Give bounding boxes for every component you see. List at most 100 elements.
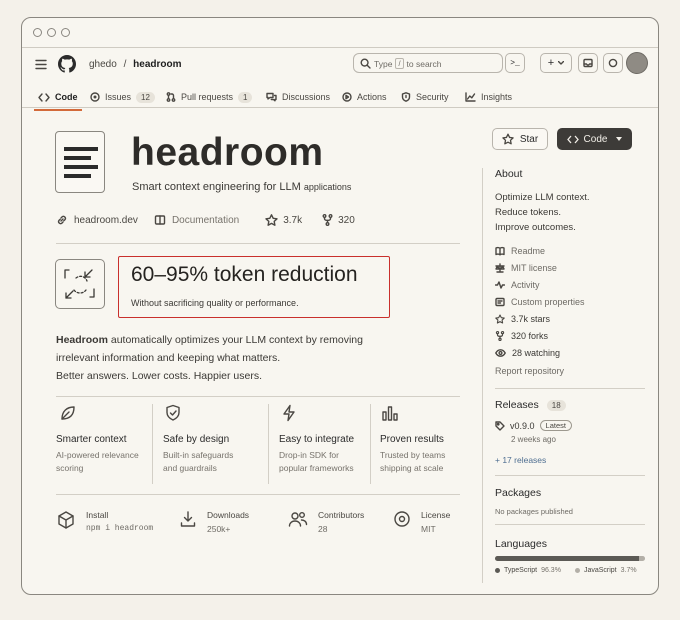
- chevron-down-icon: [558, 61, 565, 65]
- sidebar-item-label: 28 watching: [512, 348, 561, 358]
- fork-icon: [495, 331, 505, 341]
- star-button[interactable]: Star: [492, 128, 548, 150]
- hamburger-menu-icon[interactable]: [35, 59, 47, 70]
- star-icon: [495, 314, 505, 324]
- feature-divider: [268, 404, 269, 484]
- avatar[interactable]: [626, 52, 648, 74]
- more-releases-link[interactable]: + 17 releases: [495, 455, 546, 465]
- tab-discussions[interactable]: Discussions: [266, 87, 330, 107]
- converge-arrows-icon: [64, 269, 95, 299]
- feature-desc-2: shipping at scale: [380, 463, 444, 473]
- breadcrumb-owner[interactable]: ghedo: [89, 59, 117, 70]
- tab-insights[interactable]: Insights: [465, 87, 512, 107]
- tab-actions[interactable]: Actions: [342, 87, 387, 107]
- feature-divider: [152, 404, 153, 484]
- install-command[interactable]: npm i headroom: [86, 524, 153, 533]
- language-pct: 96.3%: [541, 567, 561, 574]
- release-version: v0.9.0: [510, 420, 535, 431]
- window-minimize-dot[interactable]: [47, 28, 56, 37]
- issues-inbox-button[interactable]: [578, 53, 598, 73]
- divider: [56, 243, 460, 244]
- fork-count[interactable]: 320: [338, 215, 355, 226]
- window-maximize-dot[interactable]: [61, 28, 70, 37]
- sidebar-divider: [482, 168, 483, 583]
- sidebar-watching[interactable]: 28 watching: [495, 348, 560, 358]
- notifications-button[interactable]: [603, 53, 623, 73]
- note-icon: [495, 297, 505, 307]
- about-line: Reduce tokens.: [495, 207, 562, 218]
- language-bar-segment: [495, 556, 640, 561]
- code-button-label: Code: [583, 133, 608, 145]
- command-palette-button[interactable]: >_: [505, 53, 525, 73]
- code-icon: [566, 135, 579, 144]
- sidebar-stars[interactable]: 3.7k stars: [495, 314, 550, 324]
- website-link[interactable]: headroom.dev: [74, 215, 138, 226]
- sidebar-activity[interactable]: Activity: [495, 280, 540, 290]
- about-description: Optimize LLM context. Reduce tokens. Imp…: [495, 190, 590, 235]
- download-icon: [179, 510, 197, 534]
- feature-desc-2: and guardrails: [163, 463, 217, 473]
- tagline-main: Smart context engineering for LLM: [132, 181, 301, 193]
- divider: [56, 494, 460, 495]
- tab-label: Insights: [481, 92, 513, 102]
- tab-label: Discussions: [282, 92, 331, 102]
- issue-circle-icon: [90, 92, 100, 102]
- star-count[interactable]: 3.7k: [283, 215, 302, 226]
- feature-desc-2: popular frameworks: [279, 463, 354, 473]
- sidebar-readme[interactable]: Readme: [495, 246, 545, 256]
- browser-window: ghedo / headroom Type / to search >_ + C…: [21, 17, 659, 595]
- stat-value: 28: [318, 524, 328, 534]
- sidebar-custom-properties[interactable]: Custom properties: [495, 297, 585, 307]
- github-logo-icon[interactable]: [58, 55, 76, 73]
- tab-issues[interactable]: Issues 12: [90, 87, 155, 107]
- stat-value: 250k+: [207, 524, 231, 534]
- releases-count: 18: [546, 399, 566, 411]
- people-icon: [288, 510, 308, 534]
- breadcrumb: ghedo / headroom: [89, 59, 182, 70]
- divider: [495, 388, 645, 389]
- caret-down-icon: [616, 137, 623, 141]
- license-circle-icon: [393, 510, 411, 534]
- package-cube-icon: [56, 510, 76, 533]
- latest-badge: Latest: [539, 420, 572, 431]
- feature-desc-1: Drop-in SDK for: [279, 450, 339, 460]
- inbox-icon: [583, 58, 593, 68]
- tab-label: Actions: [357, 92, 387, 102]
- tab-security[interactable]: Security: [401, 87, 449, 107]
- tab-label: Code: [55, 92, 78, 102]
- repo-tabs: Code Issues 12 Pull requests 1 Discussio…: [22, 84, 658, 111]
- language-dot: [574, 568, 580, 573]
- description-line-1-rest: automatically optimizes your LLM context…: [107, 334, 363, 346]
- documentation-link[interactable]: Documentation: [172, 215, 239, 226]
- search-icon: [360, 58, 371, 69]
- sidebar-item-label: 3.7k stars: [511, 314, 551, 324]
- create-new-button[interactable]: +: [540, 53, 572, 73]
- tab-label: Security: [416, 92, 449, 102]
- lightning-icon: [280, 404, 389, 422]
- tab-label: Pull requests: [181, 92, 234, 102]
- latest-release[interactable]: v0.9.0 Latest: [495, 420, 572, 431]
- feature-desc-1: Trusted by teams: [380, 450, 446, 460]
- window-close-dot[interactable]: [33, 28, 42, 37]
- description-line-3: Better answers. Lower costs. Happier use…: [56, 370, 263, 382]
- report-repository-link[interactable]: Report repository: [495, 366, 564, 376]
- sidebar-forks[interactable]: 320 forks: [495, 331, 548, 341]
- releases-header[interactable]: Releases 18: [495, 399, 566, 411]
- stat-install: Install npm i headroom: [56, 510, 153, 533]
- breadcrumb-repo[interactable]: headroom: [133, 59, 181, 70]
- tab-code[interactable]: Code: [34, 87, 81, 111]
- tab-count: 1: [238, 91, 253, 103]
- tab-pull-requests[interactable]: Pull requests 1: [166, 87, 253, 107]
- feature-divider: [370, 404, 371, 484]
- sidebar-item-label: Readme: [511, 246, 546, 256]
- shield-check-icon: [164, 404, 273, 422]
- sidebar-license[interactable]: MIT license: [495, 263, 557, 273]
- packages-title[interactable]: Packages: [495, 487, 541, 499]
- description-brand: Headroom: [56, 334, 108, 346]
- code-dropdown-button[interactable]: Code: [557, 128, 632, 150]
- feature-card: Safe by design Built-in safeguards and g…: [163, 404, 273, 484]
- feature-title: Easy to integrate: [279, 434, 355, 445]
- search-placeholder: Type / to search: [374, 58, 442, 69]
- terminal-icon: >_: [510, 58, 520, 68]
- search-input[interactable]: Type / to search: [353, 53, 503, 73]
